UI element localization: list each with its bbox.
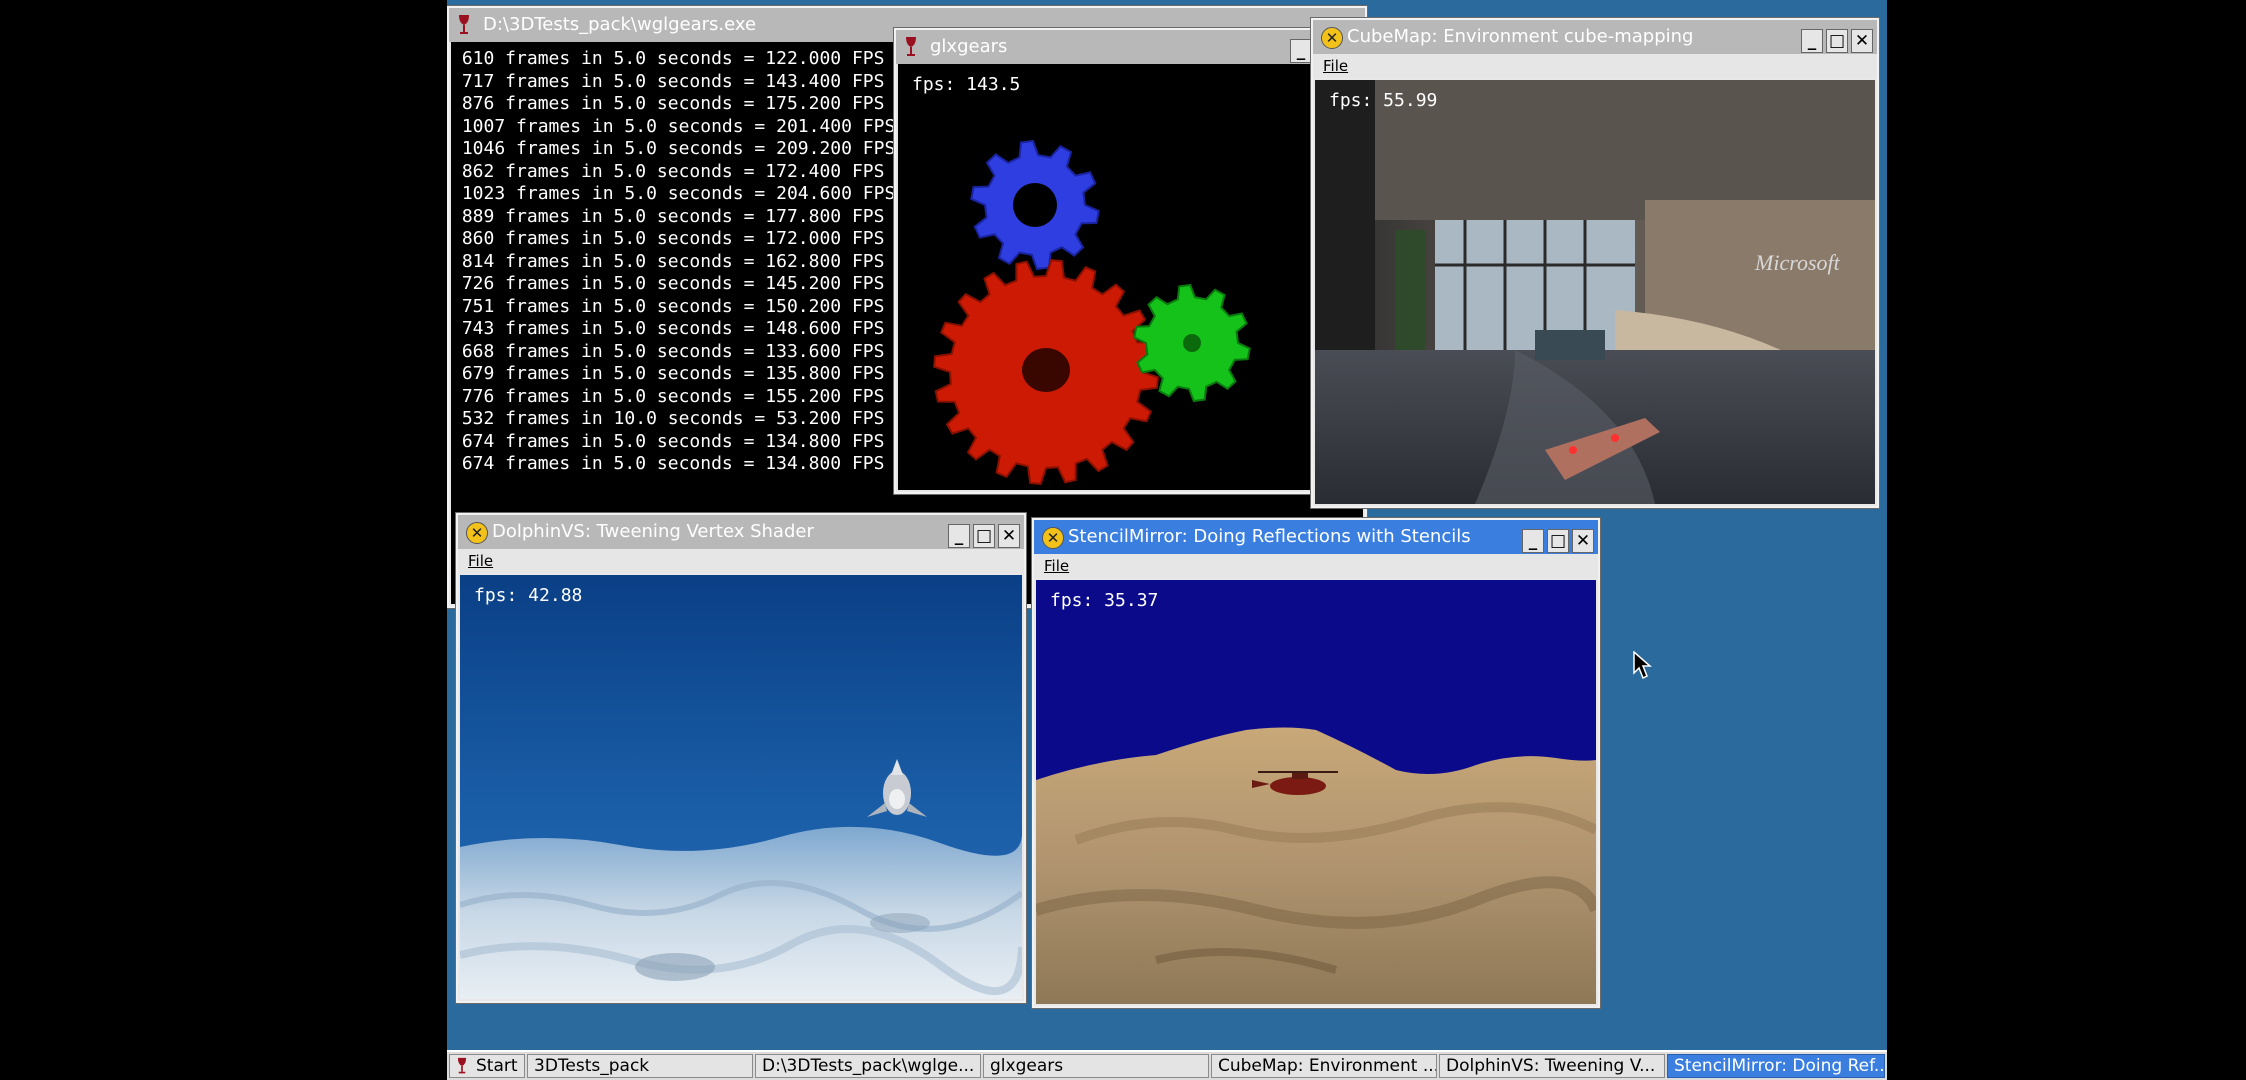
minimize-button[interactable]: _ xyxy=(1801,29,1823,53)
cubemap-menubar: File xyxy=(1313,54,1877,78)
terrain-scene xyxy=(1036,580,1596,1004)
cubemap-controls: _ □ ✕ xyxy=(1798,24,1873,53)
x-circle-icon: ✕ xyxy=(466,522,488,544)
glxgears-titlebar[interactable]: glxgears _□✕ xyxy=(896,30,1366,64)
red-gear-hole xyxy=(1022,348,1070,392)
taskbar-item[interactable]: D:\3DTests_pack\wglge... xyxy=(755,1054,981,1078)
glxgears-window[interactable]: glxgears _□✕ fps: 143.5 xyxy=(894,28,1368,494)
taskbar-item[interactable]: DolphinVS: Tweening V... xyxy=(1439,1054,1665,1078)
stencil-titlebar[interactable]: ✕ StencilMirror: Doing Reflections with … xyxy=(1034,520,1598,554)
minimize-button[interactable]: _ xyxy=(1522,529,1544,553)
stencil-window[interactable]: ✕ StencilMirror: Doing Reflections with … xyxy=(1032,518,1600,1008)
dolphin-menubar: File xyxy=(458,549,1024,573)
taskbar-item[interactable]: CubeMap: Environment ... xyxy=(1211,1054,1437,1078)
minimize-button[interactable]: _ xyxy=(1290,39,1312,63)
cubemap-window[interactable]: ✕ CubeMap: Environment cube-mapping _ □ ✕ … xyxy=(1311,18,1879,508)
green-gear-hole xyxy=(1183,334,1201,352)
close-button[interactable]: ✕ xyxy=(998,524,1020,548)
mouse-pointer-icon xyxy=(1633,651,1652,680)
start-label: Start xyxy=(476,1056,518,1076)
dolphin-title: DolphinVS: Tweening Vertex Shader xyxy=(492,521,814,542)
underwater-scene xyxy=(460,575,1022,999)
x-circle-icon: ✕ xyxy=(1042,527,1064,549)
stencil-canvas[interactable]: fps: 35.37 xyxy=(1036,580,1596,1004)
maximize-button[interactable]: □ xyxy=(973,524,995,548)
cubemap-titlebar[interactable]: ✕ CubeMap: Environment cube-mapping _ □ ✕ xyxy=(1313,20,1877,54)
dolphin-window[interactable]: ✕ DolphinVS: Tweening Vertex Shader _ □ ✕ … xyxy=(456,513,1026,1003)
glxgears-title: glxgears xyxy=(930,36,1008,57)
microsoft-sign: Microsoft xyxy=(1754,250,1841,275)
dolphin-titlebar[interactable]: ✕ DolphinVS: Tweening Vertex Shader _ □ ✕ xyxy=(458,515,1024,549)
taskbar-item[interactable]: glxgears xyxy=(983,1054,1209,1078)
x-circle-icon: ✕ xyxy=(1321,27,1343,49)
blue-gear-hole xyxy=(1013,183,1057,227)
dolphin-controls: _ □ ✕ xyxy=(945,519,1020,548)
lobby-scene: Microsoft xyxy=(1315,80,1875,504)
fps-label: fps: 55.99 xyxy=(1329,90,1438,111)
desktop: D:\3DTests_pack\wglgears.exe 610 frames … xyxy=(447,0,1887,1080)
gears-scene xyxy=(933,139,1251,485)
stencil-title: StencilMirror: Doing Reflections with St… xyxy=(1068,526,1471,547)
fps-label: fps: 42.88 xyxy=(474,585,583,606)
wine-glass-icon xyxy=(906,37,916,56)
dolphin-canvas[interactable]: fps: 42.88 xyxy=(460,575,1022,999)
close-button[interactable]: ✕ xyxy=(1851,29,1873,53)
glxgears-canvas[interactable]: fps: 143.5 xyxy=(898,64,1364,490)
wine-glass-icon xyxy=(457,1057,467,1074)
taskbar-item[interactable]: 3DTests_pack xyxy=(527,1054,753,1078)
menu-file[interactable]: File xyxy=(1323,57,1348,75)
maximize-button[interactable]: □ xyxy=(1547,529,1569,553)
menu-file[interactable]: File xyxy=(1044,557,1069,575)
wine-glass-icon xyxy=(459,15,469,34)
cubemap-title: CubeMap: Environment cube-mapping xyxy=(1347,26,1694,47)
fps-label: fps: 35.37 xyxy=(1050,590,1159,611)
console-title: D:\3DTests_pack\wglgears.exe xyxy=(483,14,757,35)
menu-file[interactable]: File xyxy=(468,552,493,570)
cubemap-canvas[interactable]: Microsoft fps: 55.99 xyxy=(1315,80,1875,504)
taskbar: Start 3DTests_pack D:\3DTests_pack\wglge… xyxy=(447,1050,1887,1080)
stencil-menubar: File xyxy=(1034,554,1598,578)
start-button[interactable]: Start xyxy=(449,1054,525,1078)
maximize-button[interactable]: □ xyxy=(1826,29,1848,53)
close-button[interactable]: ✕ xyxy=(1572,529,1594,553)
minimize-button[interactable]: _ xyxy=(948,524,970,548)
stencil-controls: _ □ ✕ xyxy=(1519,524,1594,553)
taskbar-item-active[interactable]: StencilMirror: Doing Ref... xyxy=(1667,1054,1885,1078)
